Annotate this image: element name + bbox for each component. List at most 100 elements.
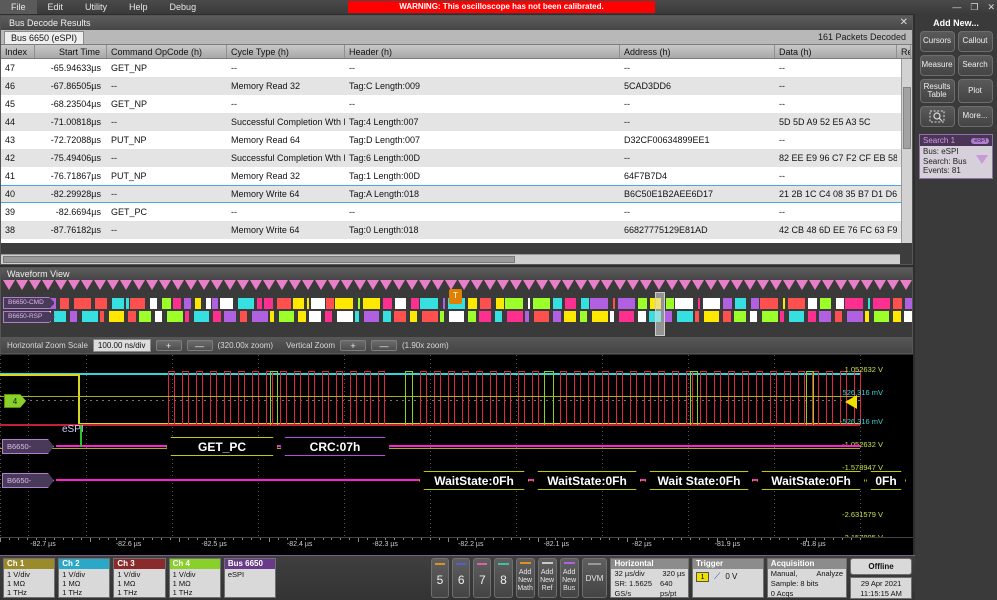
channel-3-clock-pulse bbox=[630, 371, 637, 425]
channel-badge[interactable]: Ch 31 V/div 1 MΩ 1 THz bbox=[113, 558, 166, 598]
results-table-button[interactable]: Results Table bbox=[919, 79, 955, 103]
table-row[interactable]: 38 -87.76182µs -- Memory Write 64 Tag:0 Leng… bbox=[1, 221, 912, 239]
column-header-response[interactable]: Res bbox=[897, 45, 911, 58]
more-button[interactable]: More... bbox=[957, 106, 993, 127]
minimize-icon[interactable]: — bbox=[952, 2, 961, 12]
channel-slot-button[interactable]: 8 bbox=[494, 558, 513, 598]
time-axis-tick bbox=[833, 538, 834, 540]
table-row[interactable]: 46 -67.86505µs -- Memory Read 32 Tag:C Lengt… bbox=[1, 77, 912, 95]
menu-item-debug[interactable]: Debug bbox=[159, 0, 208, 14]
bus-decode-close-icon[interactable]: ✕ bbox=[900, 16, 908, 30]
table-row[interactable]: 42 -75.49406µs -- Successful Completion Wth… bbox=[1, 149, 912, 167]
table-row[interactable]: 43 -72.72088µs PUT_NP Memory Read 64 Tag:D L… bbox=[1, 131, 912, 149]
voltage-scale-label: -2.631579 V bbox=[842, 510, 883, 519]
channel-badge[interactable]: Bus 6650 eSPI bbox=[223, 558, 277, 598]
time-axis-tick bbox=[188, 538, 189, 540]
channel-slot-button[interactable]: 7 bbox=[473, 558, 492, 598]
table-horizontal-scrollbar[interactable] bbox=[1, 254, 900, 264]
callout-button[interactable]: Callout bbox=[957, 31, 993, 52]
search-1-badge-panel[interactable]: Search 1 eSPI Bus: eSPI Search: Bus Even… bbox=[919, 134, 993, 179]
plot-button[interactable]: Plot bbox=[957, 79, 993, 103]
channel-slot-button[interactable]: 5 bbox=[430, 558, 450, 598]
bus-packet-cmd[interactable]: CRC:07h bbox=[280, 437, 390, 456]
overview-packet-block bbox=[277, 298, 291, 309]
horizontal-info-card[interactable]: Horizontal 32 µs/div 320 µs SR: 1.5625 GS/s… bbox=[610, 558, 690, 600]
hzoom-plus-button[interactable]: + bbox=[155, 339, 182, 351]
hzoom-minus-button[interactable]: — bbox=[186, 339, 213, 351]
overview-packet-block bbox=[184, 298, 191, 309]
trigger-source-chip[interactable]: 1 bbox=[696, 571, 710, 582]
channel-3-clock-pulse bbox=[280, 371, 287, 425]
table-horizontal-scroll-thumb[interactable] bbox=[3, 256, 515, 263]
horizontal-zoom-scale-value[interactable]: 100.00 ns/div bbox=[92, 338, 151, 352]
datetime-display: 29 Apr 2021 11:15:15 AM bbox=[850, 577, 913, 599]
channel-3-clock-pulse bbox=[798, 371, 805, 425]
column-header-index[interactable]: Index bbox=[1, 45, 35, 58]
column-header-command-opcode[interactable]: Command OpCode (h) bbox=[107, 45, 227, 58]
bus-cmd-label[interactable]: B6650-CMD bbox=[2, 439, 54, 454]
table-row[interactable]: 47-65.94633µsGET_NP---------- bbox=[1, 59, 912, 77]
menu-item-help[interactable]: Help bbox=[118, 0, 159, 14]
add-new-ref-button[interactable]: Add New Ref bbox=[537, 558, 557, 598]
menu-item-file[interactable]: File bbox=[0, 0, 37, 14]
tab-bus-6650-espi[interactable]: Bus 6650 (eSPI) bbox=[4, 31, 85, 44]
bus-packet-rsp[interactable]: WaitState:0Fh bbox=[419, 471, 529, 490]
column-header-address[interactable]: Address (h) bbox=[620, 45, 775, 58]
search-expand-triangle-icon[interactable] bbox=[976, 155, 988, 164]
overview-packet-block bbox=[868, 298, 870, 309]
table-row[interactable]: 39-82.6694µsGET_PC---------- bbox=[1, 203, 912, 221]
acquisition-info-card-value: Sample: 8 bits bbox=[770, 579, 819, 588]
scope-waveform-grid[interactable]: 1.052632 V 526.316 mV -526.316 mV -1.052632… bbox=[0, 355, 913, 553]
offline-button[interactable]: Offline bbox=[850, 558, 913, 575]
cursors-button[interactable]: Cursors bbox=[919, 31, 955, 52]
table-row[interactable]: 44 -71.00818µs -- Successful Completion Wth… bbox=[1, 113, 912, 131]
bus-packet-rsp[interactable]: Wait State:0Fh bbox=[645, 471, 753, 490]
table-vertical-scrollbar[interactable] bbox=[901, 59, 912, 243]
overview-bus-label-rsp[interactable]: B6650-RSP bbox=[3, 311, 55, 323]
channel-badge[interactable]: Ch 41 V/div 1 MΩ 1 THz bbox=[168, 558, 221, 598]
overview-zoom-box[interactable] bbox=[655, 292, 665, 336]
add-new-bus-button[interactable]: Add New Bus bbox=[559, 558, 579, 598]
channel-badge[interactable]: Ch 11 V/div 1 MΩ 1 THz bbox=[3, 558, 56, 598]
trigger-info-card[interactable]: Trigger 1 ⟋ 0 V bbox=[692, 558, 764, 598]
overview-bus-label-cmd[interactable]: B6650-CMD bbox=[3, 297, 55, 309]
table-vertical-scroll-thumb[interactable] bbox=[903, 87, 911, 149]
column-header-cycle-type[interactable]: Cycle Type (h) bbox=[227, 45, 345, 58]
column-header-header[interactable]: Header (h) bbox=[345, 45, 620, 58]
cell-index: 40 bbox=[5, 189, 16, 199]
bus-packet-rsp[interactable]: WaitState:0Fh bbox=[757, 471, 865, 490]
overview-packet-block bbox=[836, 298, 844, 309]
vzoom-minus-button[interactable]: — bbox=[371, 339, 398, 351]
table-row[interactable]: 45-68.23504µsGET_NP---------- bbox=[1, 95, 912, 113]
search-button[interactable]: Search bbox=[957, 55, 993, 76]
dvm-button[interactable]: DVM bbox=[581, 558, 608, 598]
cell-index: 38 bbox=[5, 225, 16, 235]
close-icon[interactable]: ✕ bbox=[987, 2, 995, 13]
channel-badge[interactable]: Ch 21 V/div 1 MΩ 1 THz bbox=[58, 558, 111, 598]
overview-trigger-t-icon[interactable]: T bbox=[449, 289, 462, 304]
trigger-level-arrow-icon[interactable] bbox=[845, 395, 857, 409]
overview-trigger-marker bbox=[874, 280, 886, 290]
dvm-color-bar bbox=[587, 563, 602, 565]
column-header-data[interactable]: Data (h) bbox=[775, 45, 897, 58]
restore-icon[interactable]: ❐ bbox=[970, 2, 978, 13]
menu-item-utility[interactable]: Utility bbox=[74, 0, 118, 14]
bus-packet-rsp[interactable]: 0Fh bbox=[866, 471, 906, 490]
vzoom-plus-button[interactable]: + bbox=[340, 339, 367, 351]
add-new-math-button[interactable]: Add New Math bbox=[515, 558, 535, 598]
acquisition-info-card[interactable]: Acquisition Manual, Analyze Sample: 8 bits 0… bbox=[766, 558, 848, 598]
table-row[interactable]: 41 -76.71867µs PUT_NP Memory Read 32 Tag:1 L… bbox=[1, 167, 912, 185]
measure-button[interactable]: Measure bbox=[919, 55, 955, 76]
bus-rsp-label[interactable]: B6650-RSP bbox=[2, 473, 54, 488]
menu-item-edit[interactable]: Edit bbox=[37, 0, 75, 14]
bus-packet-cmd[interactable]: GET_PC bbox=[166, 437, 278, 456]
zoom-box-icon[interactable] bbox=[919, 106, 955, 127]
waveform-overview[interactable]: B6650-CMD B6650-RSP T bbox=[1, 280, 912, 337]
channel-setting-line: 1 THz bbox=[172, 588, 193, 597]
cell-index: 43 bbox=[5, 135, 16, 145]
bus-packet-rsp[interactable]: WaitState:0Fh bbox=[533, 471, 641, 490]
table-row[interactable]: 40 -82.29928µs -- Memory Write 64 Tag:A Leng… bbox=[1, 185, 912, 203]
channel-slot-button[interactable]: 6 bbox=[452, 558, 471, 598]
column-header-start-time[interactable]: Start Time bbox=[35, 45, 107, 58]
table-row[interactable]: 37-88.13188µsGET_PC---------- bbox=[1, 239, 912, 243]
